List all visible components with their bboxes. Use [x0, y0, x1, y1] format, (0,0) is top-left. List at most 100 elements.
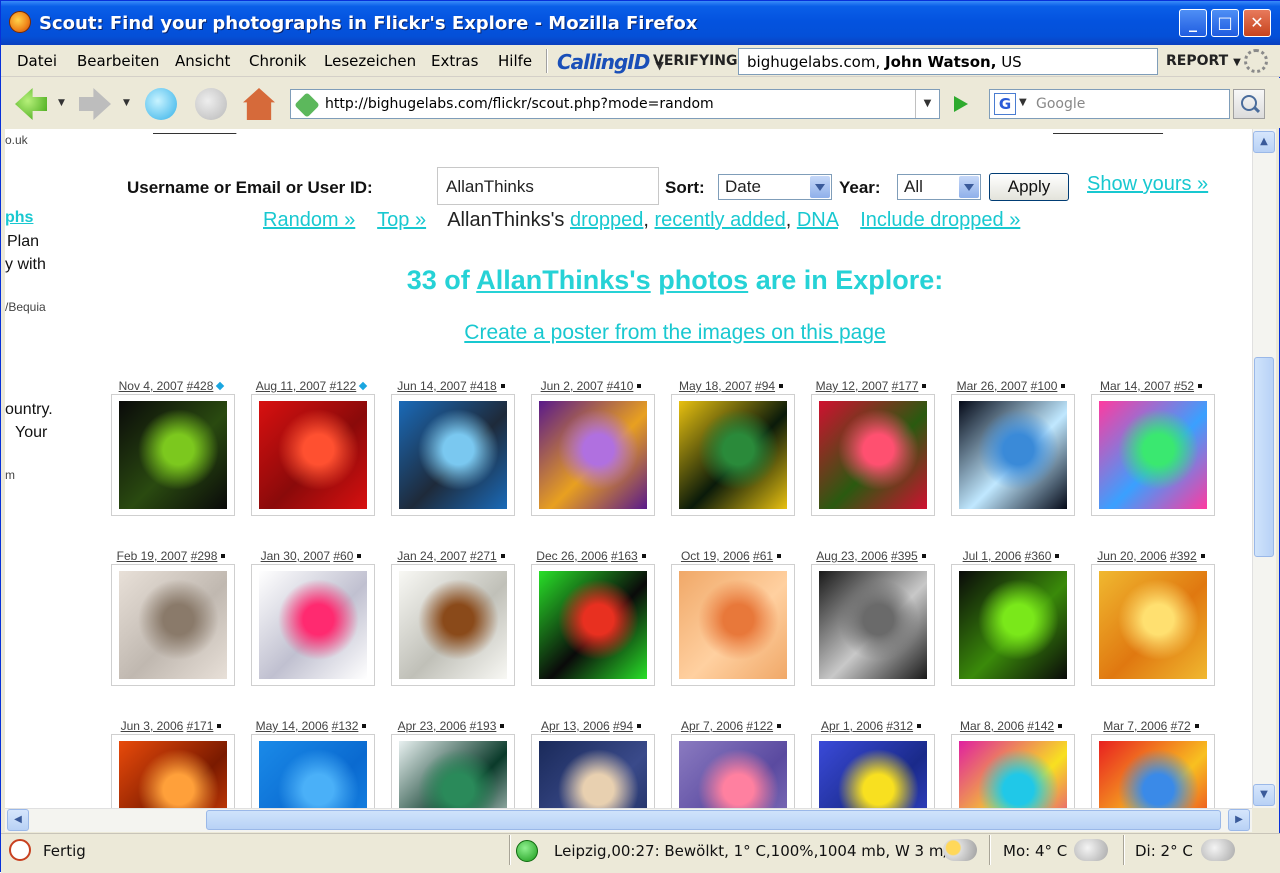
photo-rank-link[interactable]: #163 — [611, 549, 638, 563]
username-input[interactable]: AllanThinks — [437, 167, 659, 205]
photo-date-link[interactable]: Apr 23, 2006 — [398, 719, 467, 733]
photo-rank-link[interactable]: #428 — [187, 379, 214, 393]
photo-thumbnail-link[interactable] — [671, 734, 795, 808]
photo-thumbnail-link[interactable] — [391, 394, 515, 516]
top-link-left[interactable] — [153, 129, 236, 135]
photo-rank-link[interactable]: #418 — [470, 379, 497, 393]
photo-thumbnail-link[interactable] — [811, 564, 935, 686]
photo-thumbnail-link[interactable] — [1091, 394, 1215, 516]
photo-date-link[interactable]: May 18, 2007 — [679, 379, 752, 393]
photo-date-link[interactable]: Feb 19, 2007 — [117, 549, 188, 563]
photo-thumbnail-link[interactable] — [671, 564, 795, 686]
photo-date-link[interactable]: May 14, 2006 — [256, 719, 329, 733]
photo-rank-link[interactable]: #100 — [1031, 379, 1058, 393]
photo-date-link[interactable]: Apr 7, 2006 — [681, 719, 743, 733]
photo-rank-link[interactable]: #142 — [1027, 719, 1054, 733]
forward-history-dropdown-icon[interactable]: ▼ — [123, 98, 130, 108]
photo-rank-link[interactable]: #177 — [892, 379, 919, 393]
reload-icon[interactable] — [145, 88, 177, 120]
photo-thumbnail-link[interactable] — [391, 564, 515, 686]
photos-link[interactable]: photos — [658, 265, 748, 295]
photo-thumbnail-link[interactable] — [1091, 564, 1215, 686]
photo-thumbnail-link[interactable] — [111, 734, 235, 808]
photo-thumbnail-link[interactable] — [251, 394, 375, 516]
photo-rank-link[interactable]: #410 — [607, 379, 634, 393]
menu-chronik[interactable]: Chronik — [249, 52, 306, 70]
photo-date-link[interactable]: Mar 8, 2006 — [960, 719, 1024, 733]
show-yours-link[interactable]: Show yours » — [1087, 173, 1208, 196]
scroll-right-icon[interactable]: ▶ — [1228, 809, 1250, 831]
photo-thumbnail-link[interactable] — [1091, 734, 1215, 808]
search-engine-dropdown-icon[interactable]: ▼ — [1019, 97, 1027, 108]
photo-date-link[interactable]: Dec 26, 2006 — [536, 549, 607, 563]
photo-rank-link[interactable]: #52 — [1174, 379, 1194, 393]
menu-hilfe[interactable]: Hilfe — [498, 52, 532, 70]
address-bar[interactable]: http://bighugelabs.com/flickr/scout.php?… — [290, 89, 940, 119]
scroll-left-icon[interactable]: ◀ — [7, 809, 29, 831]
scroll-down-icon[interactable]: ▼ — [1253, 784, 1275, 806]
photo-rank-link[interactable]: #312 — [886, 719, 913, 733]
search-icon[interactable] — [1233, 89, 1265, 119]
back-history-dropdown-icon[interactable]: ▼ — [58, 98, 65, 108]
photo-thumbnail-link[interactable] — [671, 394, 795, 516]
photo-rank-link[interactable]: #122 — [746, 719, 773, 733]
menu-lesezeichen[interactable]: Lesezeichen — [324, 52, 416, 70]
photo-thumbnail-link[interactable] — [531, 564, 655, 686]
include-dropped-link[interactable]: Include dropped » — [860, 209, 1020, 231]
photo-rank-link[interactable]: #360 — [1025, 549, 1052, 563]
photo-date-link[interactable]: Mar 14, 2007 — [1100, 379, 1171, 393]
photo-date-link[interactable]: Oct 19, 2006 — [681, 549, 750, 563]
dna-link[interactable]: DNA — [797, 209, 838, 231]
photo-date-link[interactable]: Mar 7, 2006 — [1103, 719, 1167, 733]
photo-thumbnail-link[interactable] — [391, 734, 515, 808]
photo-date-link[interactable]: Jul 1, 2006 — [963, 549, 1022, 563]
callingid-button[interactable]: CallingID ▼ — [557, 50, 664, 74]
photo-thumbnail-link[interactable] — [811, 394, 935, 516]
recently-added-link[interactable]: recently added — [655, 209, 786, 231]
vertical-scroll-thumb[interactable] — [1254, 357, 1274, 557]
random-link[interactable]: Random » — [263, 209, 355, 231]
year-select[interactable]: All — [897, 174, 981, 200]
photo-rank-link[interactable]: #271 — [470, 549, 497, 563]
report-button[interactable]: REPORT ▼ — [1166, 53, 1241, 69]
search-engine-icon[interactable]: G — [994, 93, 1016, 115]
photo-thumbnail-link[interactable] — [951, 564, 1075, 686]
photo-thumbnail-link[interactable] — [531, 394, 655, 516]
photo-thumbnail-link[interactable] — [251, 564, 375, 686]
photo-date-link[interactable]: Aug 23, 2006 — [816, 549, 887, 563]
apply-button[interactable]: Apply — [989, 173, 1069, 201]
maximize-button[interactable]: □ — [1211, 9, 1239, 37]
user-profile-link[interactable]: AllanThinks's — [476, 265, 650, 295]
photo-thumbnail-link[interactable] — [811, 734, 935, 808]
photo-date-link[interactable]: Apr 1, 2006 — [821, 719, 883, 733]
photo-rank-link[interactable]: #132 — [332, 719, 359, 733]
photo-rank-link[interactable]: #395 — [891, 549, 918, 563]
photo-thumbnail-link[interactable] — [111, 394, 235, 516]
go-button[interactable] — [945, 90, 975, 118]
menu-bearbeiten[interactable]: Bearbeiten — [77, 52, 159, 70]
close-button[interactable]: ✕ — [1243, 9, 1271, 37]
photo-date-link[interactable]: Jun 2, 2007 — [541, 379, 604, 393]
photo-date-link[interactable]: Jan 24, 2007 — [397, 549, 466, 563]
menu-extras[interactable]: Extras — [431, 52, 478, 70]
photo-rank-link[interactable]: #392 — [1170, 549, 1197, 563]
photo-date-link[interactable]: Jun 20, 2006 — [1097, 549, 1166, 563]
photo-rank-link[interactable]: #60 — [333, 549, 353, 563]
photo-rank-link[interactable]: #94 — [755, 379, 775, 393]
minimize-button[interactable]: _ — [1179, 9, 1207, 37]
sidebar-fragment-link[interactable]: phs — [5, 209, 33, 227]
photo-rank-link[interactable]: #61 — [753, 549, 773, 563]
horizontal-scroll-thumb[interactable] — [206, 810, 1221, 830]
photo-thumbnail-link[interactable] — [951, 734, 1075, 808]
photo-rank-link[interactable]: #72 — [1171, 719, 1191, 733]
top-link-right[interactable] — [1053, 129, 1163, 135]
photo-date-link[interactable]: Nov 4, 2007 — [119, 379, 184, 393]
photo-rank-link[interactable]: #171 — [187, 719, 214, 733]
photo-thumbnail-link[interactable] — [951, 394, 1075, 516]
photo-date-link[interactable]: Jun 14, 2007 — [397, 379, 466, 393]
sort-select[interactable]: Date — [718, 174, 832, 200]
menu-datei[interactable]: Datei — [17, 52, 57, 70]
photo-date-link[interactable]: Apr 13, 2006 — [541, 719, 610, 733]
weather-text[interactable]: Leipzig,00:27: Bewölkt, 1° C,100%,1004 m… — [554, 842, 956, 860]
stop-icon[interactable] — [195, 88, 227, 120]
